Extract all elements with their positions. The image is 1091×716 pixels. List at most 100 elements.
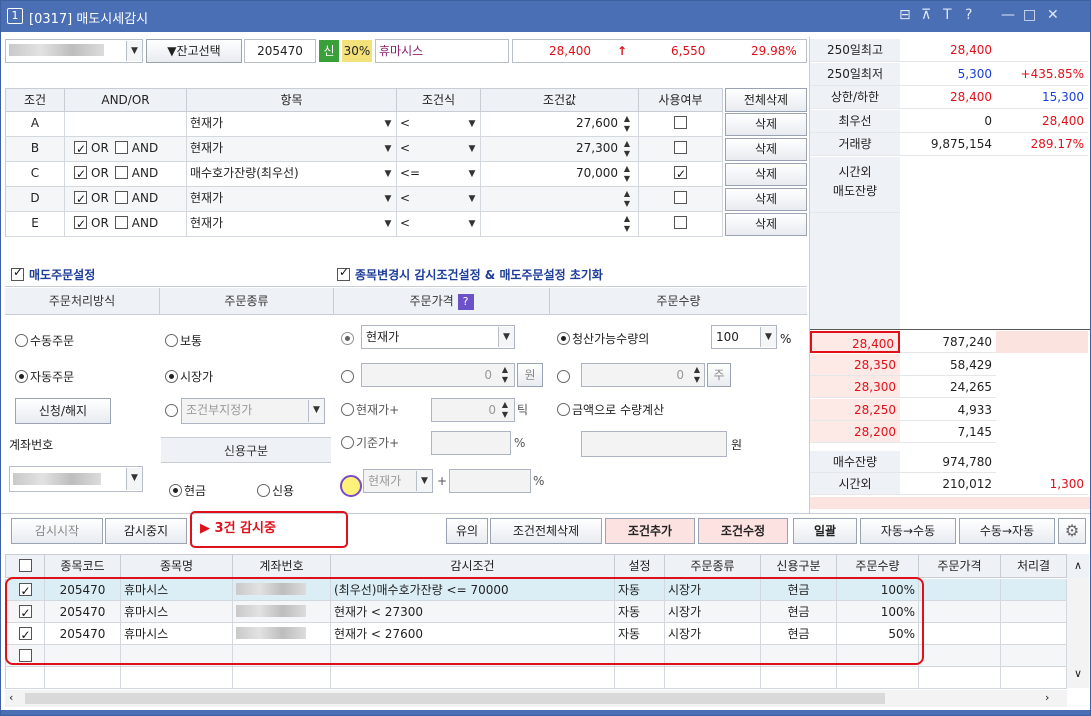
batch-button[interactable]: 일괄 (793, 518, 857, 544)
scroll-down-icon[interactable]: ∨ (1067, 667, 1089, 687)
delete-button[interactable]: 삭제 (725, 163, 807, 186)
delete-all-button[interactable]: 전체삭제 (725, 88, 807, 112)
and-checkbox[interactable] (114, 216, 128, 229)
start-monitor-button[interactable]: 감시시작 (11, 518, 103, 544)
chevron-down-icon[interactable]: ▼ (464, 164, 480, 184)
or-checkbox[interactable] (74, 138, 87, 160)
add-condition-button[interactable]: 조건추가 (605, 518, 695, 544)
liquid-qty-radio[interactable]: 청산가능수량의 (557, 329, 649, 349)
select-all-checkbox[interactable] (18, 559, 32, 572)
item-select[interactable]: 현재가 ▼ (187, 187, 397, 212)
current-plus-radio[interactable]: 현재가+ (341, 400, 399, 420)
value-input[interactable]: 70,000 (481, 162, 639, 187)
manual-order-radio[interactable]: 수동주문 (15, 331, 74, 351)
reset-checkbox[interactable] (337, 265, 350, 282)
current-price2-select[interactable]: 현재가 ▼ (363, 469, 433, 493)
apply-button[interactable]: 신청/해지 (15, 398, 111, 424)
value-spinner-icon[interactable]: ▲ ▼ (621, 189, 633, 209)
item-select[interactable]: 현재가 ▼ (187, 112, 397, 137)
value-spinner-icon[interactable]: ▲ ▼ (621, 164, 633, 184)
current-price-radio[interactable] (341, 329, 356, 349)
list-select-all[interactable] (5, 554, 45, 578)
chevron-down-icon[interactable]: ▼ (464, 214, 480, 234)
minimize-icon[interactable]: — (1001, 7, 1015, 23)
chevron-down-icon[interactable]: ▼ (380, 114, 396, 134)
scroll-thumb[interactable] (25, 693, 885, 704)
chevron-down-icon[interactable]: ▼ (464, 114, 480, 134)
chevron-down-icon[interactable]: ▼ (380, 139, 396, 159)
operator-select[interactable]: < ▼ (397, 112, 481, 137)
chevron-down-icon[interactable]: ▼ (126, 41, 142, 61)
plus-input[interactable] (449, 469, 531, 493)
item-select[interactable]: 현재가 ▼ (187, 212, 397, 237)
value-input[interactable] (481, 212, 639, 237)
or-checkbox[interactable] (74, 213, 87, 235)
credit-radio[interactable]: 신용 (257, 481, 294, 501)
delete-button[interactable]: 삭제 (725, 113, 807, 136)
item-select[interactable]: 매수호가잔량(최우선) ▼ (187, 162, 397, 187)
stop-monitor-button[interactable]: 감시중지 (105, 518, 187, 544)
price-type-select[interactable]: 현재가 ▼ (361, 325, 515, 349)
by-amount-radio[interactable]: 금액으로 수량계산 (557, 400, 664, 420)
or-checkbox[interactable] (74, 163, 87, 185)
chevron-down-icon[interactable]: ▼ (416, 471, 432, 491)
value-input[interactable] (481, 187, 639, 212)
value-spinner-icon[interactable]: ▲ ▼ (621, 139, 633, 159)
lightbulb-icon[interactable] (340, 475, 362, 497)
chevron-down-icon[interactable]: ▼ (380, 164, 396, 184)
operator-select[interactable]: < ▼ (397, 187, 481, 212)
conditional-radio[interactable] (165, 401, 180, 421)
help-icon[interactable]: ? (457, 294, 474, 310)
market-radio[interactable]: 시장가 (165, 367, 213, 387)
notice-button[interactable]: 유의 (446, 518, 488, 544)
close-icon[interactable]: ✕ (1047, 7, 1059, 23)
chevron-down-icon[interactable]: ▼ (126, 468, 142, 490)
chevron-down-icon[interactable]: ▼ (464, 139, 480, 159)
use-checkbox[interactable] (674, 116, 687, 129)
font-icon[interactable]: T (943, 7, 952, 23)
layout-icon[interactable]: ⊟ (899, 7, 911, 23)
scroll-up-icon[interactable]: ∧ (1067, 554, 1089, 578)
chevron-down-icon[interactable]: ▼ (380, 189, 396, 209)
chevron-down-icon[interactable]: ▼ (498, 327, 514, 347)
gear-icon[interactable]: ⚙ (1058, 518, 1086, 544)
pin-icon[interactable]: ⊼ (921, 7, 931, 23)
operator-select[interactable]: < ▼ (397, 137, 481, 162)
value-spinner-icon[interactable]: ▲ ▼ (621, 114, 633, 134)
scroll-left-icon[interactable]: ‹ (9, 691, 13, 704)
chevron-down-icon[interactable]: ▼ (760, 327, 776, 347)
qty-input[interactable]: 0 (581, 363, 705, 387)
account-select[interactable]: ▼ (5, 39, 143, 63)
chevron-down-icon[interactable]: ▼ (464, 189, 480, 209)
delete-button[interactable]: 삭제 (725, 138, 807, 161)
manual-to-auto-button[interactable]: 수동→자동 (959, 518, 1055, 544)
item-select[interactable]: 현재가 ▼ (187, 137, 397, 162)
auto-to-manual-button[interactable]: 자동→수동 (860, 518, 956, 544)
operator-select[interactable]: < ▼ (397, 212, 481, 237)
tick-spinner-icon[interactable]: ▲ ▼ (499, 400, 511, 420)
won-button[interactable]: 원 (517, 363, 543, 387)
stock-code-input[interactable]: 205470 (244, 39, 316, 63)
chevron-down-icon[interactable]: ▼ (308, 400, 324, 422)
horizontal-scrollbar[interactable]: ‹ › (5, 690, 1067, 707)
scroll-right-icon[interactable]: › (1045, 691, 1049, 704)
chevron-down-icon[interactable]: ▼ (380, 214, 396, 234)
price-spinner-icon[interactable]: ▲ ▼ (499, 365, 511, 385)
use-checkbox[interactable] (674, 163, 687, 185)
and-checkbox[interactable] (114, 141, 128, 154)
value-input[interactable]: 27,300 (481, 137, 639, 162)
liquid-pct-select[interactable]: 100 ▼ (711, 325, 777, 349)
value-spinner-icon[interactable]: ▲ ▼ (621, 214, 633, 234)
use-checkbox[interactable] (674, 216, 687, 229)
qty-spinner-icon[interactable]: ▲ ▼ (691, 365, 703, 385)
edit-condition-button[interactable]: 조건수정 (698, 518, 788, 544)
operator-select[interactable]: <= ▼ (397, 162, 481, 187)
price-input[interactable]: 0 (361, 363, 515, 387)
and-checkbox[interactable] (114, 191, 128, 204)
use-checkbox[interactable] (674, 191, 687, 204)
use-checkbox[interactable] (674, 141, 687, 154)
price-input-radio[interactable] (341, 367, 356, 387)
delete-button[interactable]: 삭제 (725, 188, 807, 211)
balance-select-button[interactable]: ▼잔고선택 (146, 39, 242, 63)
delete-all-conditions-button[interactable]: 조건전체삭제 (490, 518, 602, 544)
